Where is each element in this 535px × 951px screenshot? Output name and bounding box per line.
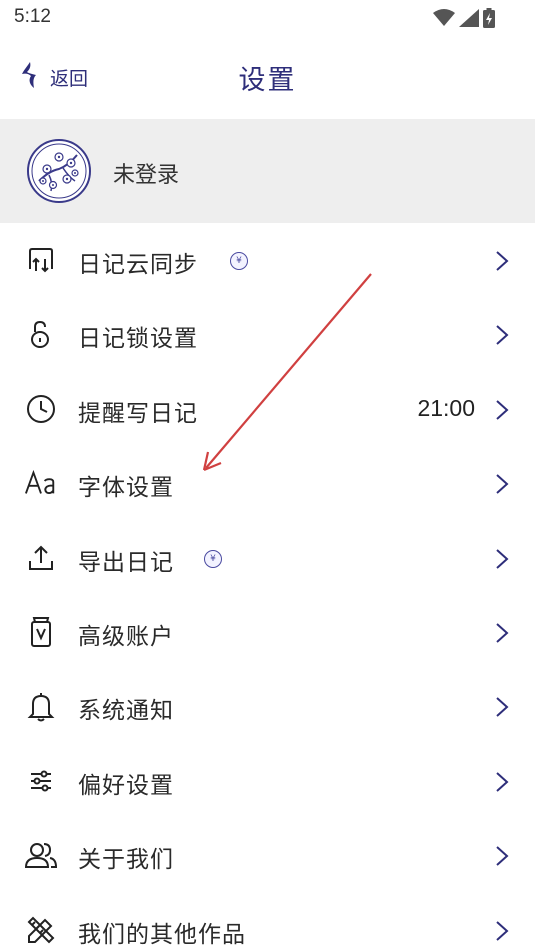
menu-item-preferences[interactable]: 偏好设置 <box>0 744 535 818</box>
menu-item-label: 导出日记 <box>78 549 174 576</box>
menu-item-font-settings[interactable]: 字体设置 <box>0 446 535 520</box>
chevron-right-icon <box>496 474 509 494</box>
chevron-right-icon <box>496 251 509 271</box>
menu-item-label: 系统通知 <box>78 698 174 725</box>
page-title: 设置 <box>238 65 297 96</box>
settings-menu: 日记云同步 ¥ 日记锁设置 提醒写日记 21:00 字体设置 导出日记 ¥ 高级… <box>0 223 535 951</box>
cloud-sync-icon <box>24 243 58 277</box>
menu-item-label: 偏好设置 <box>78 772 174 799</box>
plum-blossom-avatar-icon <box>31 143 87 199</box>
menu-item-label: 日记云同步 <box>78 252 198 278</box>
status-icons <box>433 8 495 32</box>
tools-icon <box>24 913 58 947</box>
avatar <box>27 139 91 203</box>
premium-account-icon <box>24 615 58 649</box>
cellular-signal-icon <box>459 9 479 31</box>
chevron-right-icon <box>496 400 509 420</box>
menu-item-label: 我们的其他作品 <box>78 921 246 948</box>
chevron-right-icon <box>496 771 509 792</box>
chevron-right-icon <box>496 623 509 643</box>
app-header: 返回 设置 <box>0 38 535 118</box>
menu-item-cloud-sync[interactable]: 日记云同步 ¥ <box>0 223 535 297</box>
menu-item-about-us[interactable]: 关于我们 <box>0 818 535 892</box>
account-card[interactable]: 未登录 <box>0 119 535 223</box>
reminder-time-value: 21:00 <box>417 394 475 421</box>
menu-item-label: 日记锁设置 <box>78 326 198 353</box>
lock-icon <box>24 317 58 351</box>
menu-item-premium-account[interactable]: 高级账户 <box>0 595 535 669</box>
vip-badge-icon: ¥ <box>204 549 222 568</box>
login-status-label: 未登录 <box>113 163 180 188</box>
clock-icon <box>24 392 58 426</box>
status-time: 5:12 <box>14 6 51 27</box>
bell-icon <box>24 689 58 723</box>
chevron-right-icon <box>496 548 509 569</box>
menu-item-label: 提醒写日记 <box>78 400 198 427</box>
font-icon <box>24 466 58 500</box>
status-bar: 5:12 <box>0 0 535 38</box>
wifi-icon <box>433 9 455 31</box>
chevron-right-icon <box>496 697 509 718</box>
vip-badge-icon: ¥ <box>230 252 248 270</box>
chevron-right-icon <box>496 846 509 866</box>
battery-charging-icon <box>483 8 495 32</box>
menu-item-other-works[interactable]: 我们的其他作品 <box>0 893 535 951</box>
sliders-icon <box>24 764 58 798</box>
export-icon <box>24 541 58 575</box>
menu-item-label: 高级账户 <box>78 623 174 650</box>
chevron-right-icon <box>496 920 509 941</box>
menu-item-label: 关于我们 <box>78 847 174 874</box>
people-icon <box>24 838 58 872</box>
chevron-right-icon <box>496 325 509 346</box>
menu-item-export[interactable]: 导出日记 ¥ <box>0 521 535 595</box>
menu-item-notifications[interactable]: 系统通知 <box>0 669 535 743</box>
menu-item-diary-lock[interactable]: 日记锁设置 <box>0 297 535 371</box>
menu-item-label: 字体设置 <box>78 475 174 502</box>
menu-item-reminder[interactable]: 提醒写日记 21:00 <box>0 372 535 446</box>
